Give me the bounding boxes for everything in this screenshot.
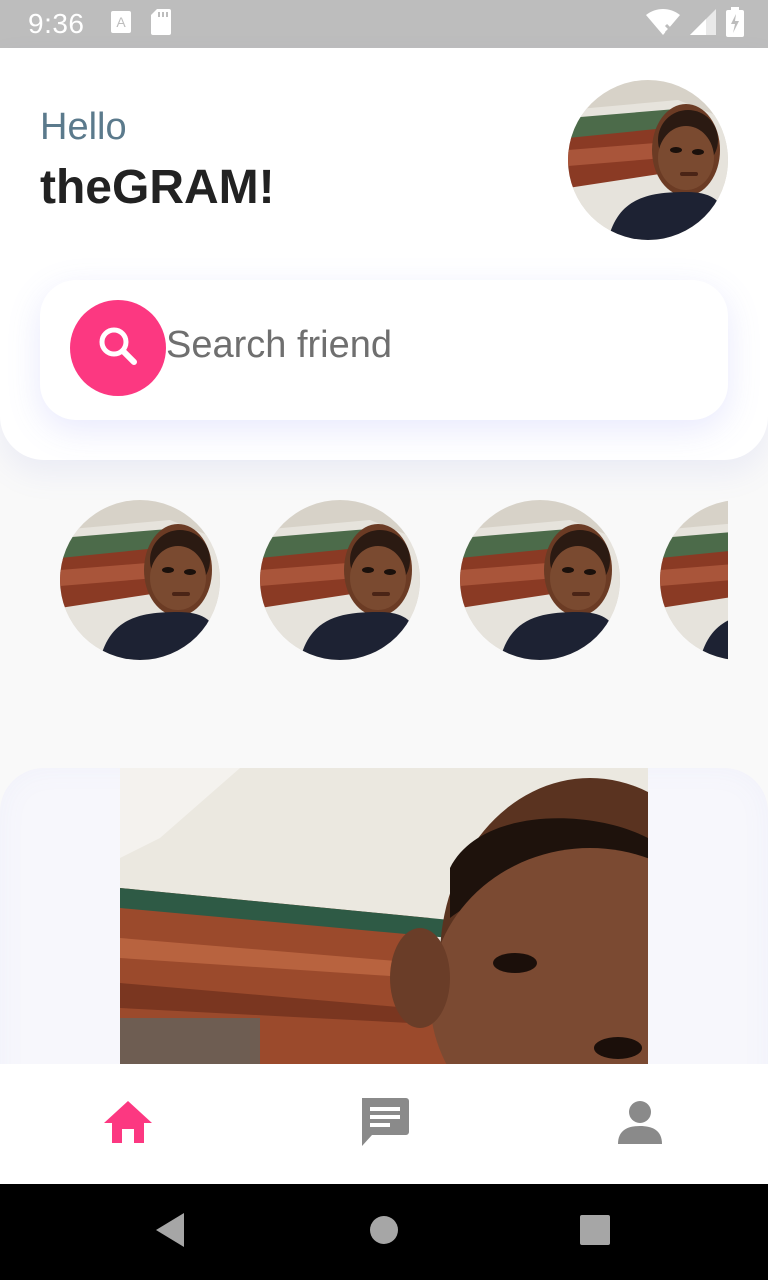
search-icon: [94, 322, 142, 375]
recents-button[interactable]: [567, 1204, 623, 1260]
home-button[interactable]: [356, 1204, 412, 1260]
nav-chat[interactable]: [356, 1096, 412, 1152]
battery-icon: [726, 6, 744, 42]
story-avatar[interactable]: [460, 500, 620, 660]
search-button[interactable]: [70, 300, 166, 396]
greeting-text: Hello: [40, 106, 127, 148]
story-avatar[interactable]: [260, 500, 420, 660]
sd-card-icon: [150, 8, 171, 40]
home-circle-icon: [369, 1215, 399, 1250]
story-avatar[interactable]: [60, 500, 220, 660]
status-bar: 9:36 A: [0, 0, 768, 48]
story-avatar[interactable]: [660, 500, 728, 660]
recents-icon: [580, 1214, 610, 1250]
svg-text:A: A: [116, 14, 126, 30]
app-title: theGRAM!: [40, 161, 275, 214]
cell-signal-icon: [690, 8, 716, 40]
post-image[interactable]: [120, 768, 648, 1068]
back-button[interactable]: [142, 1204, 198, 1260]
bottom-navigation: [0, 1064, 768, 1184]
stories-row[interactable]: [60, 500, 728, 660]
header-card: Hello theGRAM! Search friend: [0, 48, 768, 460]
nav-home[interactable]: [100, 1096, 156, 1152]
search-bar[interactable]: Search friend: [40, 280, 728, 420]
app-screen: 9:36 A Hello theGRAM! Search friend: [0, 0, 768, 1280]
chat-icon: [358, 1096, 410, 1153]
search-input[interactable]: Search friend: [166, 324, 392, 367]
system-navigation-bar: [0, 1184, 768, 1280]
person-icon: [618, 1100, 662, 1149]
home-icon: [102, 1099, 154, 1150]
wifi-off-icon: [646, 8, 680, 40]
font-download-icon: A: [110, 10, 131, 38]
back-icon: [154, 1212, 186, 1252]
profile-avatar[interactable]: [568, 80, 728, 240]
nav-profile[interactable]: [612, 1096, 668, 1152]
status-time: 9:36: [28, 8, 85, 39]
